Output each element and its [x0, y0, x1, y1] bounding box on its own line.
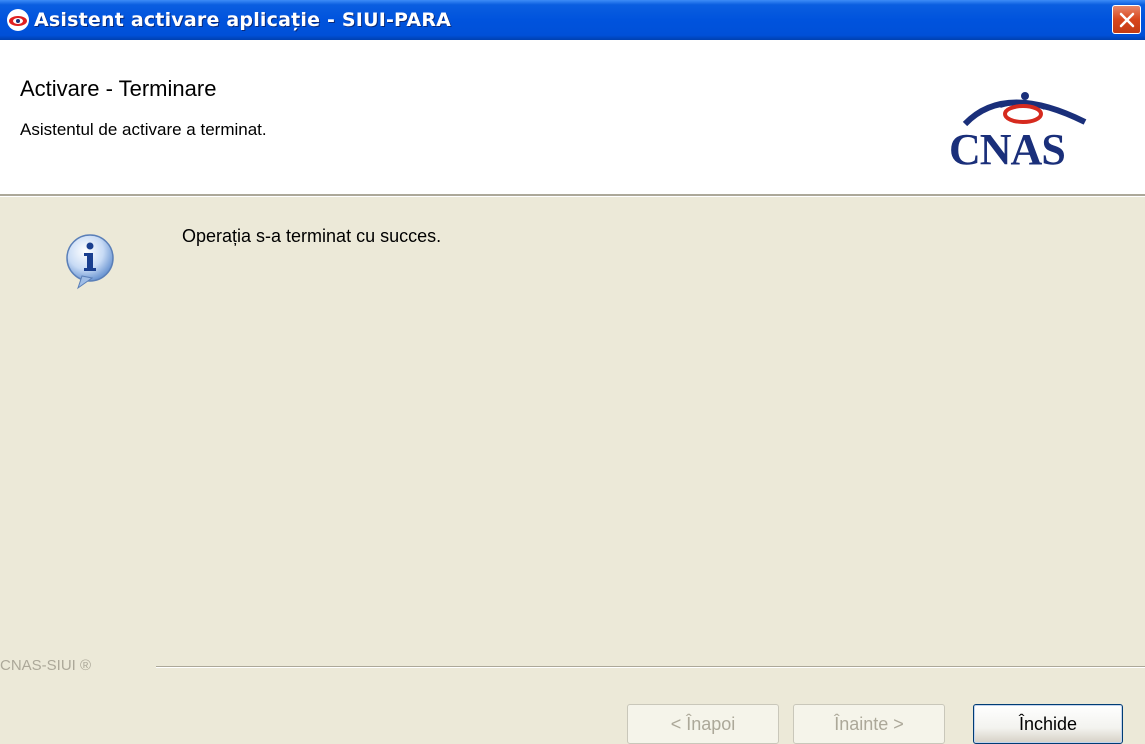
cnas-logo: CNAS — [945, 84, 1105, 174]
title-bar[interactable]: Asistent activare aplicație - SIUI-PARA — [0, 0, 1145, 40]
info-icon — [62, 232, 120, 290]
window-title: Asistent activare aplicație - SIUI-PARA — [34, 9, 452, 31]
close-x-icon — [1119, 12, 1135, 28]
footer-divider — [156, 666, 1145, 668]
header-divider — [0, 194, 1145, 197]
page-title: Activare - Terminare — [20, 76, 217, 101]
back-button[interactable]: < Înapoi — [627, 704, 779, 744]
brand-label: CNAS-SIUI ® — [0, 657, 92, 674]
wizard-header: Activare - Terminare Asistentul de activ… — [0, 40, 1145, 194]
eye-app-icon — [6, 8, 30, 32]
close-wizard-button[interactable]: Închide — [973, 704, 1123, 744]
next-button[interactable]: Înainte > — [793, 704, 945, 744]
page-subtitle: Asistentul de activare a terminat. — [20, 120, 267, 139]
logo-text: CNAS — [949, 125, 1066, 174]
close-button[interactable] — [1112, 5, 1141, 34]
status-message: Operația s-a terminat cu succes. — [182, 226, 442, 246]
